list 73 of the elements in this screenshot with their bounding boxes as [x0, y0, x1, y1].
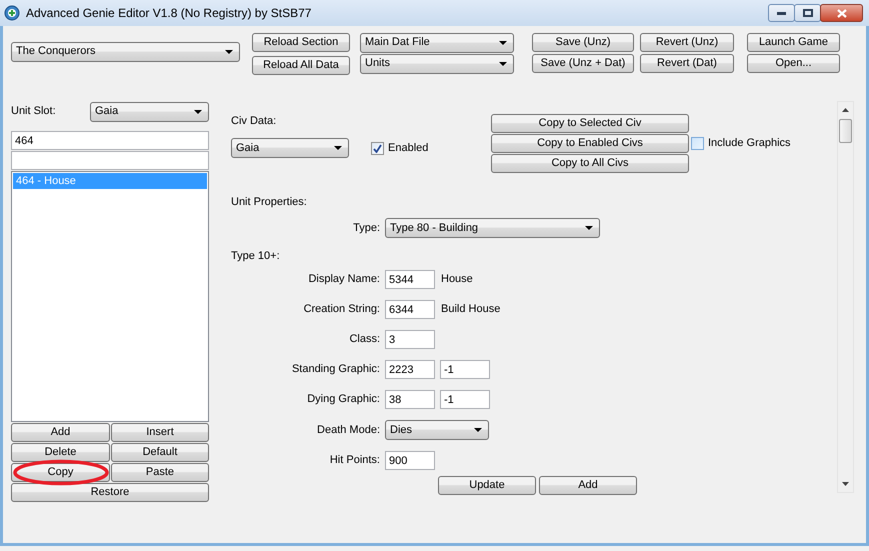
- scroll-down-icon[interactable]: [842, 482, 849, 486]
- field-note: House: [441, 273, 473, 286]
- scroll-thumb[interactable]: [839, 119, 852, 143]
- close-button[interactable]: [820, 4, 863, 22]
- input-field[interactable]: 3: [385, 330, 435, 350]
- section-label: Type 10+:: [231, 250, 281, 264]
- list-button[interactable]: Insert: [111, 423, 209, 442]
- form-button[interactable]: Add: [539, 476, 637, 496]
- copy-button[interactable]: Copy to Enabled Civs: [491, 134, 689, 153]
- checkbox[interactable]: [691, 137, 704, 150]
- app-icon: [4, 5, 20, 21]
- unit-slot-dropdown[interactable]: Gaia: [90, 102, 209, 122]
- dropdown-arrow-icon: [585, 226, 593, 230]
- civ-dropdown[interactable]: Gaia: [231, 138, 349, 158]
- search-field[interactable]: 464: [11, 131, 209, 150]
- dropdown-arrow-icon: [334, 146, 342, 150]
- window-title: Advanced Genie Editor V1.8 (No Registry) by StSB77: [26, 6, 312, 20]
- list-button[interactable]: Default: [111, 443, 209, 462]
- field-label: Display Name:: [307, 273, 381, 286]
- toolbar-button[interactable]: Revert (Unz): [640, 33, 734, 52]
- unit-properties-label: Unit Properties:: [231, 196, 308, 210]
- minimize-icon: [777, 12, 786, 14]
- enabled-label: Enabled: [388, 142, 428, 156]
- toolbar-button[interactable]: Save (Unz + Dat): [532, 54, 634, 73]
- field-label: Standing Graphic:: [290, 363, 381, 376]
- section-dropdown[interactable]: Units: [360, 54, 514, 74]
- close-icon: [836, 8, 846, 18]
- type-label: Type:: [352, 222, 381, 235]
- field-label: Creation String:: [302, 303, 381, 316]
- reload-button[interactable]: Reload All Data: [252, 56, 350, 75]
- field-label: Death Mode:: [316, 424, 381, 437]
- copy-button[interactable]: Copy to All Civs: [491, 154, 689, 173]
- dropdown-arrow-icon: [194, 110, 202, 114]
- type-dropdown[interactable]: Type 80 - Building: [385, 218, 600, 238]
- input-field[interactable]: 2223: [385, 360, 435, 380]
- minimize-button[interactable]: [768, 4, 795, 22]
- dropdown-arrow-icon: [499, 62, 507, 66]
- dropdown-arrow-icon: [474, 428, 482, 432]
- toolbar-button[interactable]: Open...: [747, 54, 840, 73]
- field-label: Class:: [348, 333, 381, 346]
- toolbar-button[interactable]: Save (Unz): [532, 33, 634, 52]
- input-field[interactable]: 900: [385, 451, 435, 470]
- list-button[interactable]: Paste: [111, 463, 209, 482]
- input-field[interactable]: -1: [440, 360, 490, 380]
- dropdown-arrow-icon: [225, 50, 233, 54]
- list-button[interactable]: Delete: [11, 443, 110, 462]
- form-button[interactable]: Update: [438, 476, 536, 496]
- maximize-icon: [802, 9, 812, 17]
- reload-button[interactable]: Reload Section: [252, 33, 350, 52]
- copy-button[interactable]: Copy to Selected Civ: [491, 114, 689, 133]
- input-field[interactable]: -1: [440, 390, 490, 410]
- checkbox[interactable]: [371, 142, 384, 156]
- file-dropdown[interactable]: Main Dat File: [360, 33, 514, 53]
- civ-data-label: Civ Data:: [231, 115, 278, 128]
- filter-field[interactable]: [11, 151, 209, 170]
- list-button[interactable]: Add: [11, 423, 110, 442]
- field-label: Dying Graphic:: [306, 393, 381, 406]
- maximize-button[interactable]: [794, 4, 821, 22]
- unit-slot-label: Unit Slot:: [11, 105, 56, 119]
- include-graphics-label: Include Graphics: [708, 137, 791, 150]
- scroll-up-icon[interactable]: [842, 108, 849, 112]
- toolbar-button[interactable]: Revert (Dat): [640, 54, 734, 73]
- input-field[interactable]: 5344: [385, 270, 435, 290]
- field-note: Build House: [441, 303, 500, 316]
- dropdown-arrow-icon: [499, 41, 507, 45]
- field-dropdown[interactable]: Dies: [385, 420, 489, 440]
- input-field[interactable]: 6344: [385, 300, 435, 320]
- restore-button[interactable]: Restore: [11, 483, 209, 502]
- input-field[interactable]: 38: [385, 390, 435, 410]
- scrollbar[interactable]: [837, 101, 854, 493]
- toolbar-button[interactable]: Launch Game: [747, 33, 840, 52]
- field-label: Hit Points:: [328, 454, 381, 468]
- game-dropdown[interactable]: The Conquerors: [11, 42, 240, 62]
